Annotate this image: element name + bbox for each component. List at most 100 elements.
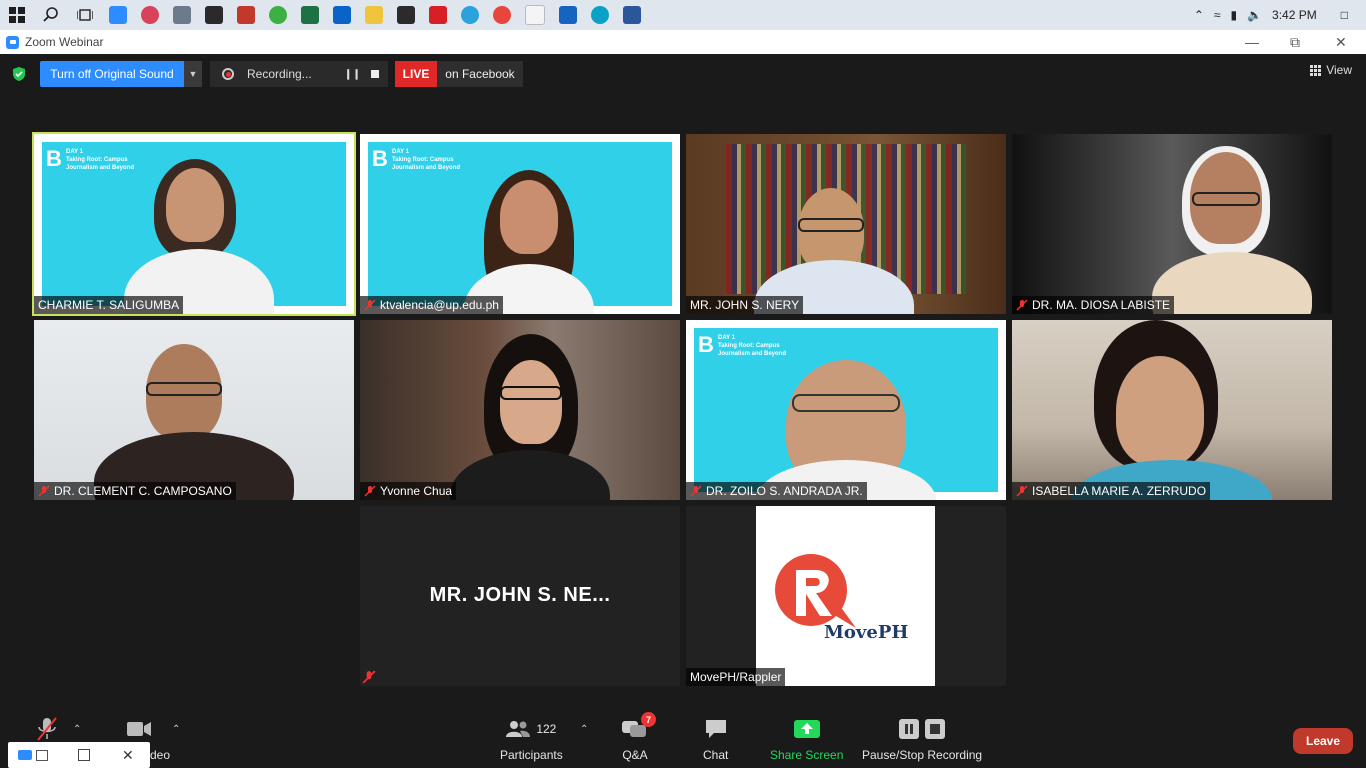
file-explorer-icon[interactable] [365, 6, 383, 24]
pause-icon[interactable]: ❙❙ [344, 69, 361, 80]
video-tile[interactable]: B DAY 1 Taking Root: Campus Journalism an… [360, 134, 680, 314]
logo-text: MovePH [824, 622, 909, 643]
excel-app-icon[interactable] [301, 6, 319, 24]
calculator-app-icon[interactable] [173, 6, 191, 24]
recording-label: Recording... [247, 67, 312, 81]
live-badge[interactable]: LIVE [395, 61, 437, 87]
share-screen-button[interactable]: Share Screen [770, 716, 843, 762]
leave-button[interactable]: Leave [1293, 728, 1353, 754]
muted-mic-icon [1016, 299, 1028, 311]
participant-name-bar: MR. JOHN S. NERY [686, 296, 804, 314]
windows-start-icon[interactable] [6, 4, 28, 26]
share-screen-label: Share Screen [770, 748, 844, 762]
muted-mic-icon [690, 485, 702, 497]
participant-name-bar: CHARMIE T. SALIGUMBA [34, 296, 184, 314]
window-icon [36, 749, 48, 761]
participant-face [166, 168, 224, 242]
chat-icon [705, 720, 726, 738]
search-icon[interactable] [40, 4, 62, 26]
close-icon[interactable]: ✕ [122, 747, 134, 764]
participant-name-bar: ktvalencia@up.edu.ph [360, 296, 503, 314]
shield-icon[interactable] [11, 66, 27, 82]
video-tile[interactable]: ISABELLA MARIE A. ZERRUDO [1012, 320, 1332, 500]
chevron-up-icon[interactable]: ⌃ [580, 724, 588, 735]
video-tile[interactable]: Yvonne Chua [360, 320, 680, 500]
glasses [1192, 192, 1260, 206]
participants-button[interactable]: 122 Participants [500, 716, 563, 762]
video-tile[interactable]: MovePH MovePH/Rappler [686, 506, 1006, 686]
zoom-app-icon[interactable] [109, 6, 127, 24]
mail-app-icon[interactable] [333, 6, 351, 24]
participant-name-bar: DR. CLEMENT C. CAMPOSANO [34, 482, 236, 500]
volume-icon[interactable]: 🔈 [1247, 8, 1262, 22]
video-tile[interactable]: MR. JOHN S. NERY [686, 134, 1006, 314]
participants-count: 122 [536, 722, 557, 736]
chat-button[interactable]: Chat [703, 716, 728, 762]
maximize-icon[interactable] [78, 749, 90, 761]
telegram-app-icon[interactable] [461, 6, 479, 24]
qa-label: Q&A [622, 748, 648, 762]
generic-app-icon[interactable] [559, 6, 577, 24]
wifi-icon[interactable]: ≈ [1214, 8, 1221, 22]
edge-app-icon[interactable] [591, 6, 609, 24]
muted-mic-icon [37, 717, 57, 741]
windows-taskbar: ⌃ ≈ ▮ 🔈 3:42 PM □ [0, 0, 1366, 30]
event-logo: B [698, 332, 714, 357]
qa-button[interactable]: 7 Q&A [622, 712, 656, 762]
slide-title: DAY 1 Taking Root: Campus Journalism and … [392, 149, 461, 171]
chevron-up-icon[interactable]: ⌃ [172, 724, 180, 735]
live-target-label[interactable]: on Facebook [437, 61, 523, 87]
mini-window-bar: ✕ [8, 742, 150, 768]
netflix-app-icon[interactable] [429, 6, 447, 24]
video-off-tile[interactable]: MR. JOHN S. NE... [360, 506, 680, 686]
video-tile[interactable]: B DAY 1 Taking Root: Campus Journalism an… [32, 132, 356, 316]
event-logo: B [372, 146, 388, 171]
store-app-icon[interactable] [205, 6, 223, 24]
chrome-app-icon[interactable] [493, 6, 511, 24]
minimize-button[interactable]: — [1245, 30, 1259, 54]
chevron-up-icon[interactable]: ⌃ [73, 724, 81, 735]
zoom-logo-icon [18, 750, 32, 760]
video-tile[interactable]: B DAY 1 Taking Root: Campus Journalism an… [686, 320, 1006, 500]
meeting-controls [0, 710, 1366, 768]
record-icon [222, 68, 234, 80]
task-view-icon[interactable] [74, 4, 96, 26]
chevron-up-icon[interactable]: ⌃ [1194, 8, 1204, 22]
chevron-down-icon[interactable]: ▼ [184, 61, 202, 87]
sticky-app-icon[interactable] [397, 6, 415, 24]
pause-stop-recording-button[interactable]: Pause/Stop Recording [862, 716, 982, 762]
archive-app-icon[interactable] [237, 6, 255, 24]
window-titlebar: Zoom Webinar [0, 30, 1366, 54]
battery-icon[interactable]: ▮ [1230, 8, 1237, 22]
itunes-app-icon[interactable] [525, 5, 545, 25]
clock[interactable]: 3:42 PM [1272, 8, 1317, 22]
participant-name-bar: DR. MA. DIOSA LABISTE [1012, 296, 1175, 314]
participants-label: Participants [500, 748, 563, 762]
close-button[interactable]: ✕ [1335, 30, 1347, 54]
stop-icon[interactable] [371, 70, 379, 78]
participants-icon [506, 721, 531, 737]
muted-mic-icon [38, 485, 50, 497]
zoom-logo-icon [6, 35, 19, 49]
pause-icon [899, 719, 920, 739]
qa-badge: 7 [641, 712, 656, 727]
participant-face [500, 180, 558, 254]
paint-app-icon[interactable] [141, 6, 159, 24]
restore-button[interactable]: ⧉ [1290, 30, 1300, 54]
notification-icon[interactable]: □ [1341, 8, 1348, 22]
muted-mic-icon [1016, 485, 1028, 497]
view-button[interactable]: View [1310, 63, 1352, 77]
participant-face [500, 360, 562, 444]
participant-name-bar: ISABELLA MARIE A. ZERRUDO [1012, 482, 1211, 500]
muted-mic-icon [362, 670, 376, 684]
chat-label: Chat [703, 748, 729, 762]
cloud-app-icon[interactable] [269, 6, 287, 24]
video-tile[interactable]: DR. MA. DIOSA LABISTE [1012, 134, 1332, 314]
grid-icon [1310, 64, 1322, 76]
view-label: View [1326, 63, 1352, 77]
original-sound-button[interactable]: Turn off Original Sound [40, 61, 184, 87]
word-app-icon[interactable] [623, 6, 641, 24]
video-tile[interactable]: DR. CLEMENT C. CAMPOSANO [34, 320, 354, 500]
participant-big-name: MR. JOHN S. NE... [429, 584, 611, 606]
video-label: deo [150, 748, 171, 762]
